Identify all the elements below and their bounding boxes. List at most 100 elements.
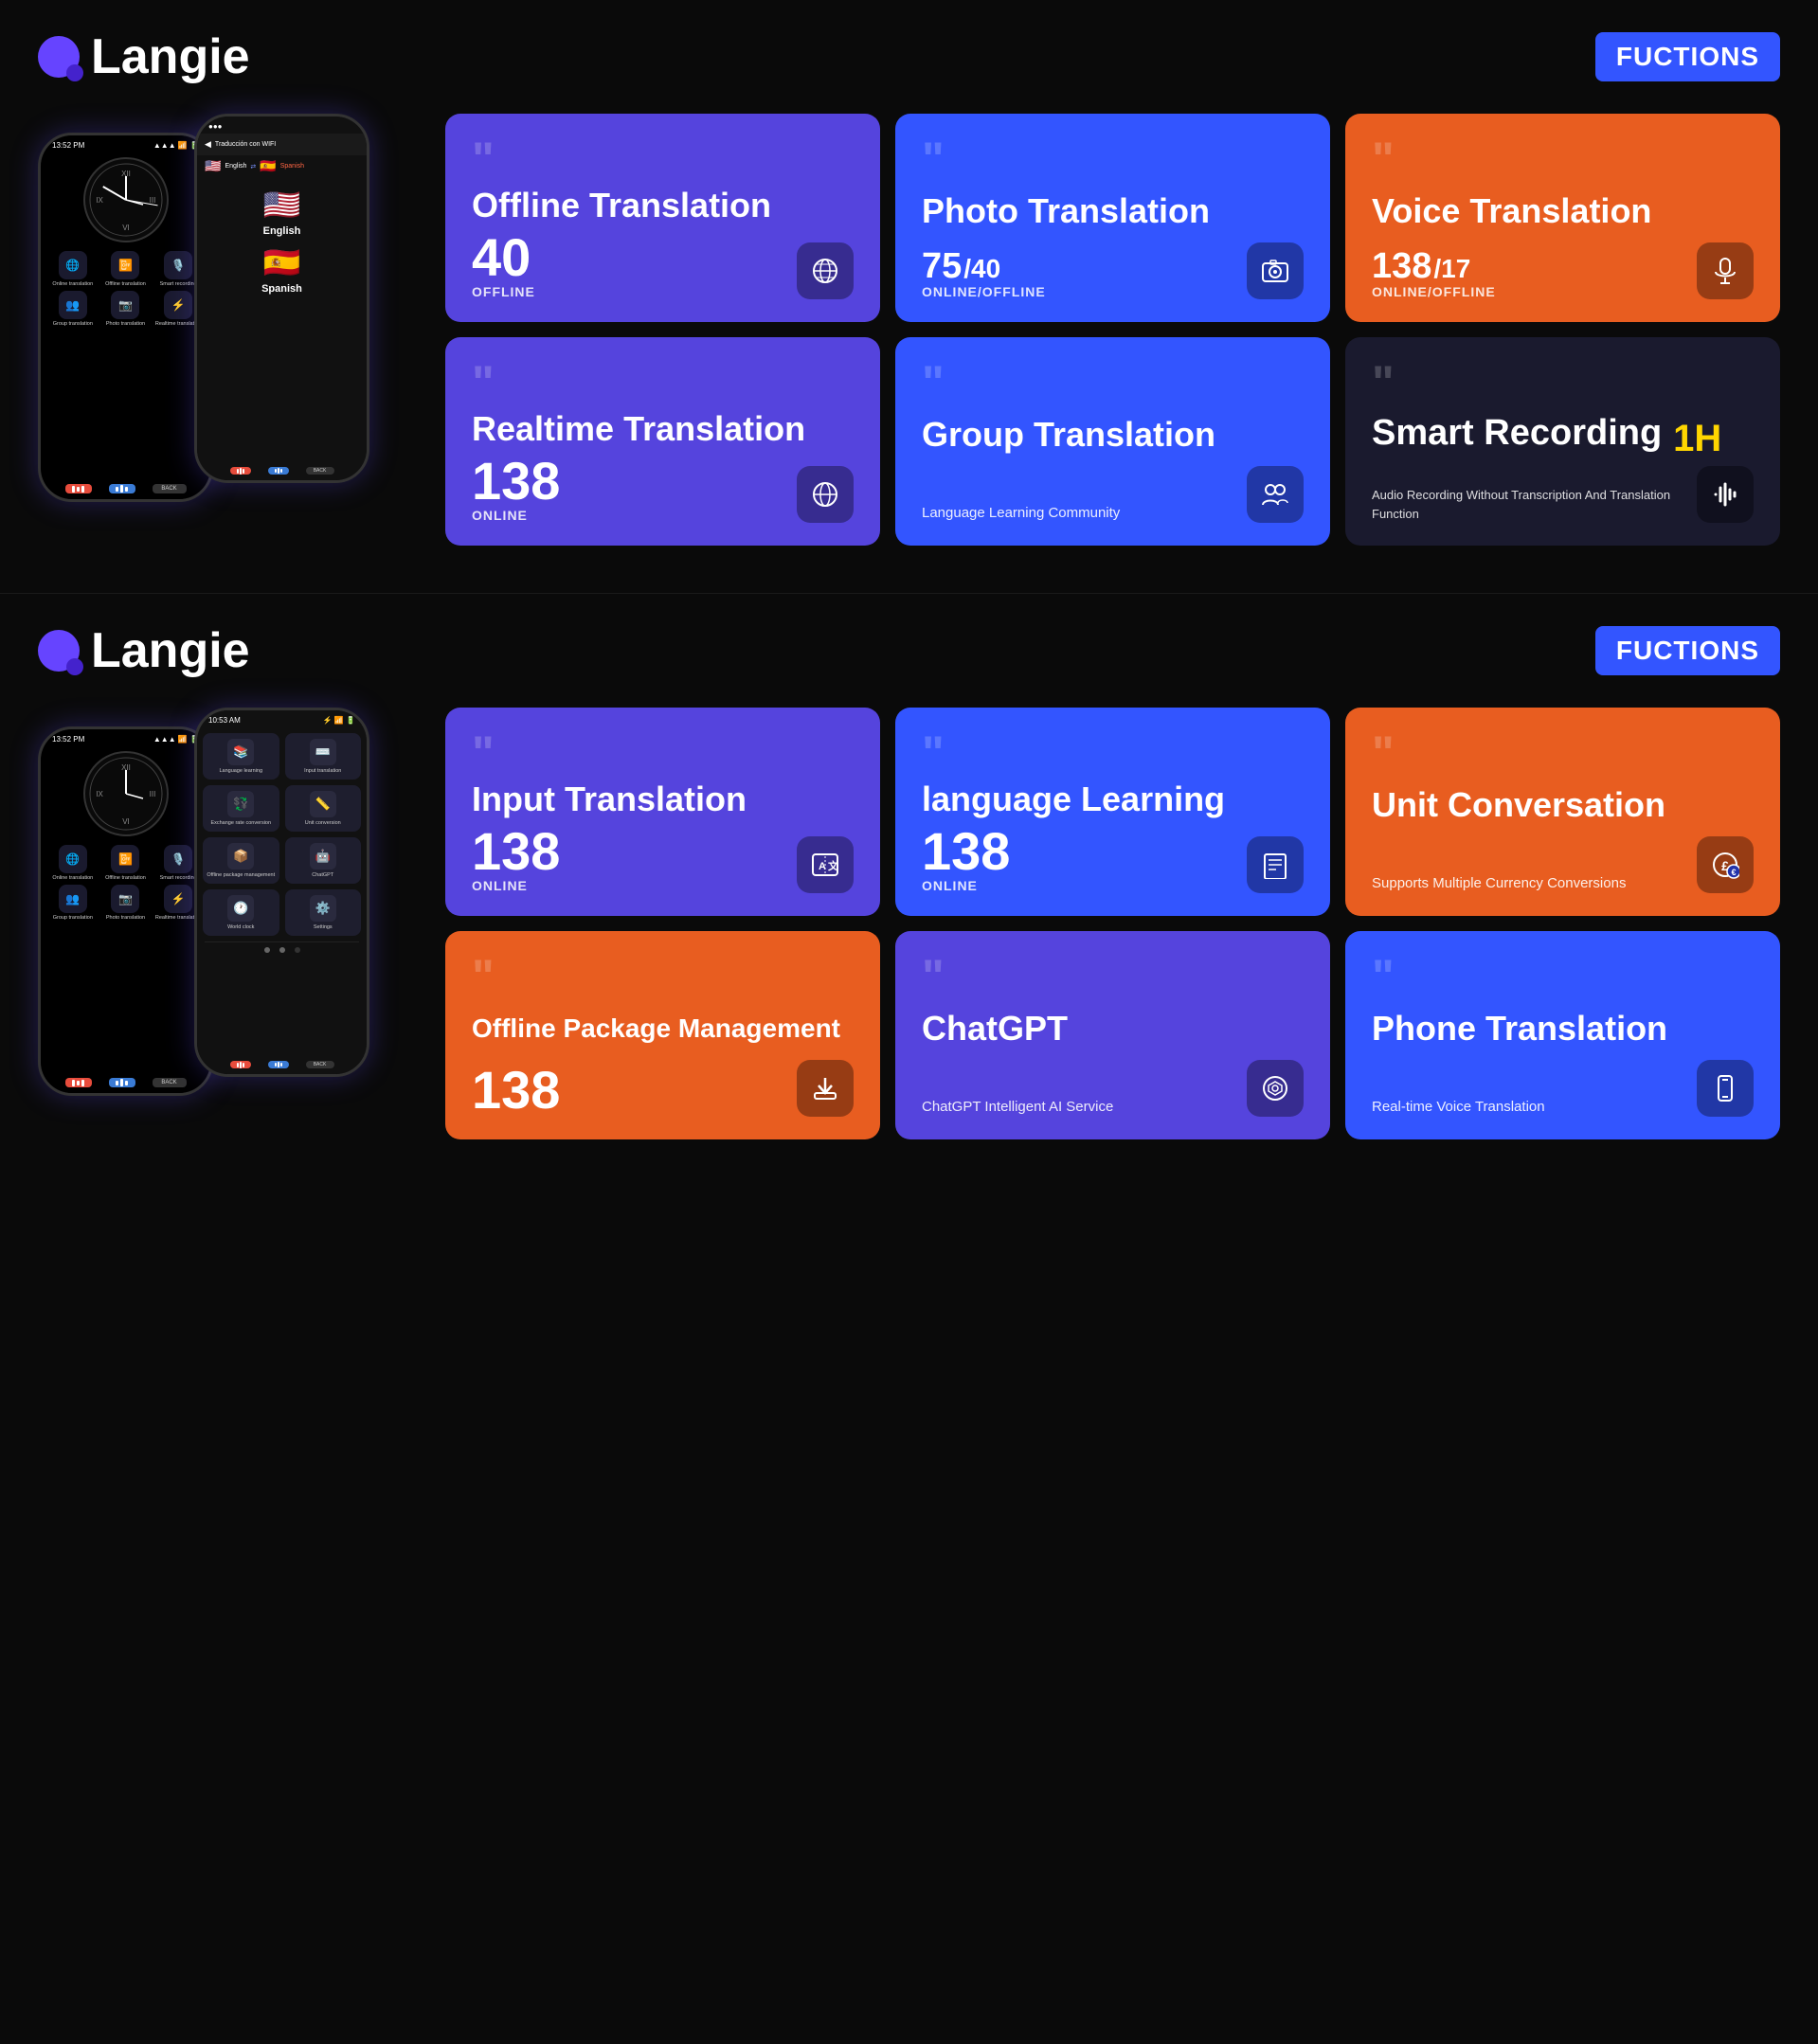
mic-btn-4[interactable] — [230, 1061, 251, 1068]
sound-btn-3[interactable] — [109, 1078, 135, 1087]
card-group-translation: " Group Translation Language Learning Co… — [895, 337, 1330, 546]
phone-icon-group[interactable]: 👥 Group translation — [48, 291, 98, 327]
offline-label: Offline translation — [105, 281, 146, 287]
card-bottom-input: 138 ONLINE A 文 — [472, 825, 854, 893]
lang-from-label: English — [225, 163, 246, 170]
phone-icon-offline-3[interactable]: 📴 Offline translation — [101, 845, 151, 881]
card-offline-translation: " Offline Translation 40 OFFLINE — [445, 114, 880, 322]
phone-icon-online[interactable]: 🌐 Online translation — [48, 251, 98, 287]
photo-label-3: Photo translation — [106, 915, 145, 921]
card-input-translation: " Input Translation 138 ONLINE A 文 — [445, 708, 880, 916]
card-bottom-realtime: 138 ONLINE — [472, 455, 854, 523]
card-title-phone: Phone Translation — [1372, 1010, 1754, 1048]
icon-input: A 文 — [797, 836, 854, 893]
lang-name-es: Spanish — [261, 283, 302, 295]
card-language-learning: " language Learning 138 ONLINE — [895, 708, 1330, 916]
icon-unit: £ € — [1697, 836, 1754, 893]
card-bottom-offline-pkg: 138 — [472, 1060, 854, 1117]
menu-item-chatgpt[interactable]: 🤖 ChatGPT — [285, 837, 362, 884]
phone-bottom-bar-3: BACK — [41, 1072, 210, 1093]
realtime-icon: ⚡ — [164, 291, 192, 319]
functions-badge-2: FUCTIONS — [1595, 626, 1780, 675]
icon-voice — [1697, 242, 1754, 299]
offline-icon-3: 📴 — [111, 845, 139, 873]
quote-mark-group: " — [922, 364, 1304, 402]
svg-text:IX: IX — [96, 196, 103, 205]
phone-icon-photo[interactable]: 📷 Photo translation — [101, 291, 151, 327]
menu-item-input-translation[interactable]: ⌨️ Input translation — [285, 733, 362, 780]
card-bottom-chatgpt: ChatGPT Intelligent AI Service — [922, 1060, 1304, 1117]
phone-signal-3: ▲▲▲ 📶 🔋 — [153, 735, 199, 744]
flag-en-large: 🇺🇸 — [263, 187, 301, 223]
world-clock-icon: 🕐 — [227, 895, 254, 922]
count-suffix-voice: /17 — [1433, 254, 1470, 284]
phone-icon-photo-3[interactable]: 📷 Photo translation — [101, 885, 151, 921]
settings-label: Settings — [314, 924, 333, 930]
icon-phone-translation — [1697, 1060, 1754, 1117]
card-title-voice: Voice Translation — [1372, 192, 1754, 230]
menu-item-lang-learning[interactable]: 📚 Language learning — [203, 733, 279, 780]
mic-btn-2[interactable] — [230, 467, 251, 475]
online-icon: 🌐 — [59, 251, 87, 279]
mic-btn-1[interactable] — [65, 484, 92, 493]
card-bottom-learning: 138 ONLINE — [922, 825, 1304, 893]
phone-icon-offline[interactable]: 📴 Offline translation — [101, 251, 151, 287]
menu-item-exchange-rate[interactable]: 💱 Exchange rate conversion — [203, 785, 279, 832]
swap-icon[interactable]: ⇄ — [250, 163, 256, 170]
lang-learning-icon: 📚 — [227, 739, 254, 765]
quote-mark-smart: " — [1372, 364, 1754, 402]
card-title-realtime: Realtime Translation — [472, 410, 854, 448]
sound-btn-4[interactable] — [268, 1061, 289, 1068]
count-input: 138 — [472, 825, 560, 878]
card-count-voice: 138 /17 ONLINE/OFFLINE — [1372, 248, 1496, 299]
highlight-smart: 1H — [1673, 418, 1721, 460]
offline-label-3: Offline translation — [105, 875, 146, 881]
count-row-photo: 75 /40 — [922, 248, 1046, 284]
phone-icon-group-3[interactable]: 👥 Group translation — [48, 885, 98, 921]
sound-btn-1[interactable] — [109, 484, 135, 493]
svg-text:IX: IX — [96, 790, 103, 798]
logo-icon-1 — [38, 36, 80, 78]
back-btn-4[interactable]: BACK — [306, 1061, 334, 1068]
photo-label: Photo translation — [106, 321, 145, 327]
menu-item-offline-pkg[interactable]: 📦 Offline package management — [203, 837, 279, 884]
card-offline-package: " Offline Package Management 138 — [445, 931, 880, 1139]
phone-icons-grid-3: 🌐 Online translation 📴 Offline translati… — [41, 841, 210, 924]
back-arrow-2[interactable]: ◀ — [205, 139, 211, 150]
lang-flags-2: 🇺🇸 English ⇄ 🇪🇸 Spanish — [197, 155, 367, 177]
quote-mark-offline-pkg: " — [472, 958, 854, 995]
flag-us: 🇺🇸 — [205, 158, 221, 174]
back-btn-1[interactable]: BACK — [153, 484, 187, 493]
input-translation-label: Input translation — [304, 768, 341, 774]
menu-item-world-clock[interactable]: 🕐 World clock — [203, 889, 279, 936]
sound-btn-2[interactable] — [268, 467, 289, 475]
svg-text:€: € — [1731, 868, 1736, 877]
card-bottom-unit: Supports Multiple Currency Conversions £… — [1372, 836, 1754, 893]
menu-item-unit-conversion[interactable]: 📏 Unit conversion — [285, 785, 362, 832]
card-title-photo: Photo Translation — [922, 192, 1304, 230]
learning-svg — [1261, 851, 1289, 879]
phone-time-2: ●●● — [208, 122, 223, 131]
back-btn-2[interactable]: BACK — [306, 467, 334, 475]
content-row-2: 13:52 PM ▲▲▲ 📶 🔋 XII III VI IX — [38, 708, 1780, 1139]
lang-display-2: 🇺🇸 English 🇪🇸 Spanish — [197, 177, 367, 304]
back-btn-3[interactable]: BACK — [153, 1078, 187, 1087]
phone-icons-grid-1: 🌐 Online translation 📴 Offline translati… — [41, 247, 210, 331]
menu-item-settings[interactable]: ⚙️ Settings — [285, 889, 362, 936]
status-voice: ONLINE/OFFLINE — [1372, 284, 1496, 299]
quote-mark-learning: " — [922, 734, 1304, 772]
icon-learning — [1247, 836, 1304, 893]
count-offline: 40 — [472, 231, 535, 284]
card-photo-translation: " Photo Translation 75 /40 ONLINE/OFFLIN… — [895, 114, 1330, 322]
logo-2: Langie — [38, 622, 250, 679]
card-chatgpt: " ChatGPT ChatGPT Intelligent AI Service — [895, 931, 1330, 1139]
phone-bottom-dots-4 — [197, 942, 367, 958]
online-icon-3: 🌐 — [59, 845, 87, 873]
status-input: ONLINE — [472, 878, 560, 893]
icon-offline — [797, 242, 854, 299]
realtime-icon-3: ⚡ — [164, 885, 192, 913]
mic-btn-3[interactable] — [65, 1078, 92, 1087]
svg-text:VI: VI — [122, 817, 130, 826]
desc-smart: Audio Recording Without Transcription An… — [1372, 486, 1697, 523]
phone-icon-online-3[interactable]: 🌐 Online translation — [48, 845, 98, 881]
